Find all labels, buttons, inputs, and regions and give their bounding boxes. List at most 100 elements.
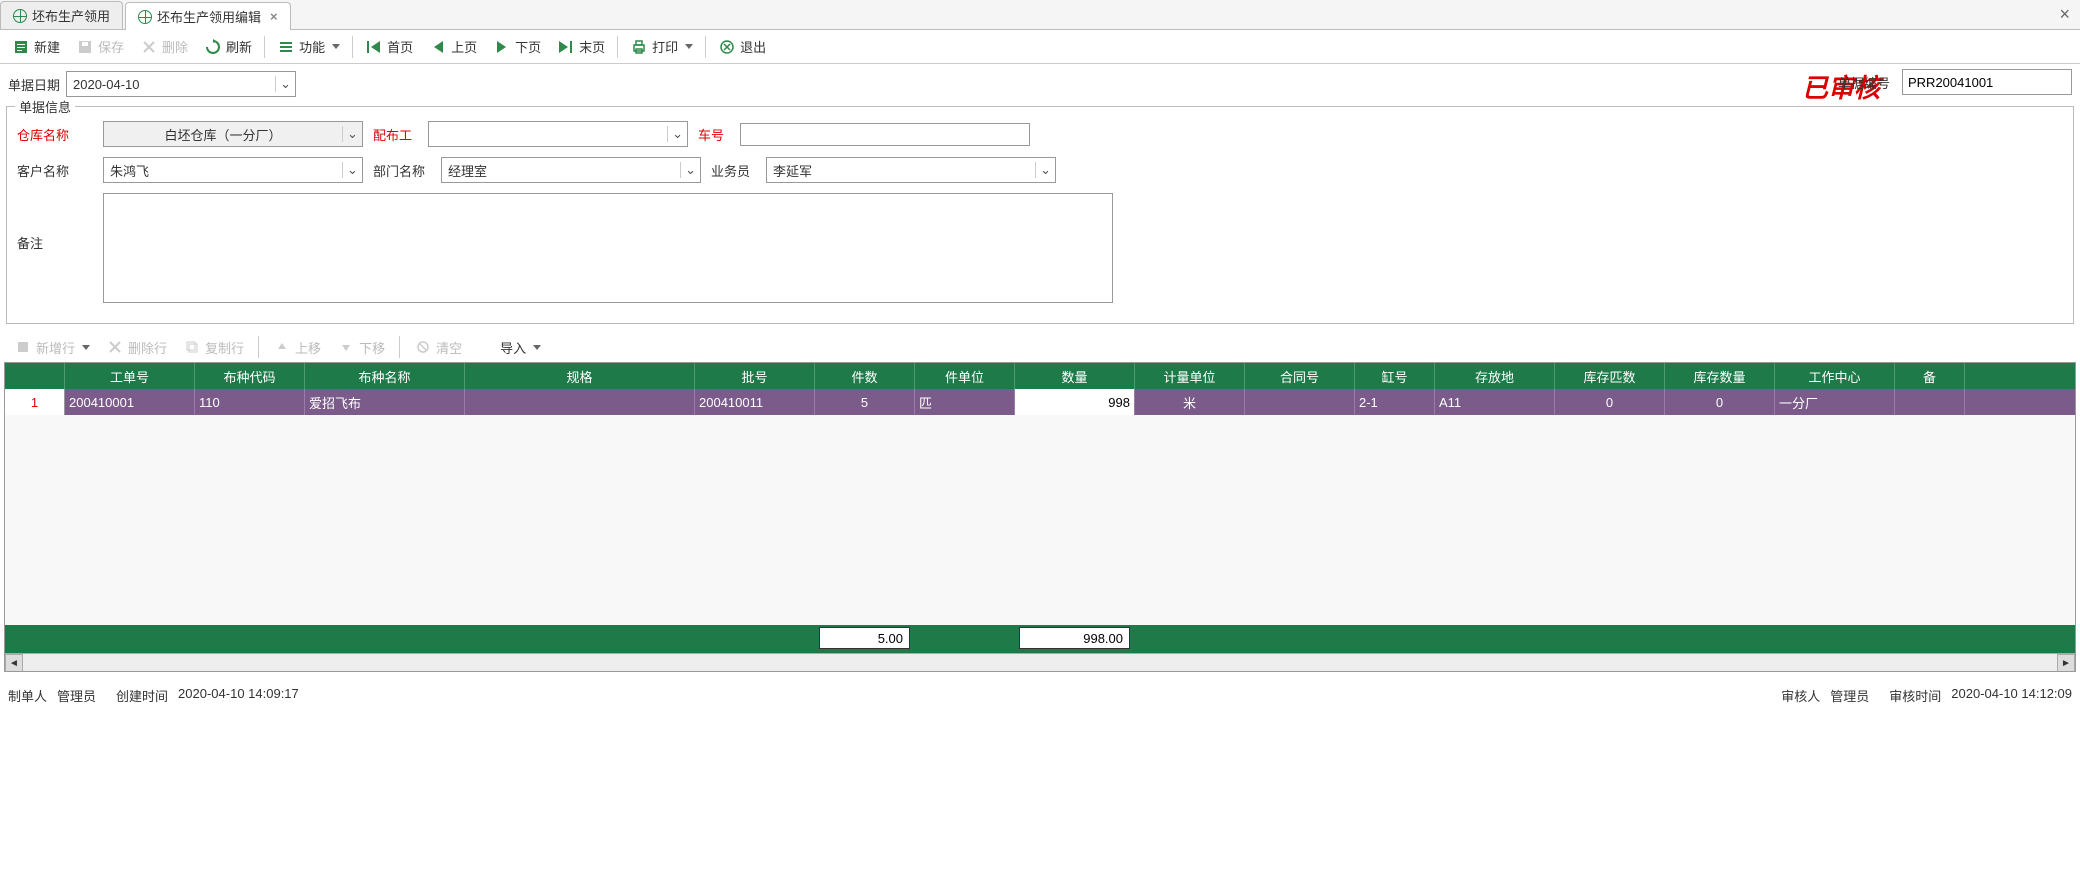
cell-pcs[interactable]: 5 bbox=[815, 389, 915, 415]
cell-workcenter[interactable]: 一分厂 bbox=[1775, 389, 1895, 415]
up-icon bbox=[273, 338, 291, 356]
cell-contract[interactable] bbox=[1245, 389, 1355, 415]
col-location[interactable]: 存放地 bbox=[1435, 363, 1555, 389]
cell-stock-qty[interactable]: 0 bbox=[1665, 389, 1775, 415]
delete-icon bbox=[140, 38, 158, 56]
chevron-down-icon[interactable]: ⌄ bbox=[342, 126, 362, 142]
date-picker[interactable]: 2020-04-10 ⌄ bbox=[66, 71, 296, 97]
delete-button[interactable]: 删除 bbox=[132, 34, 196, 59]
col-contract[interactable]: 合同号 bbox=[1245, 363, 1355, 389]
remarks-field[interactable] bbox=[103, 193, 1113, 303]
cell-workorder[interactable]: 200410001 bbox=[65, 389, 195, 415]
doc-no-field[interactable] bbox=[1902, 69, 2072, 95]
cell-location[interactable]: A11 bbox=[1435, 389, 1555, 415]
col-vat[interactable]: 缸号 bbox=[1355, 363, 1435, 389]
globe-icon bbox=[478, 338, 496, 356]
save-button[interactable]: 保存 bbox=[68, 34, 132, 59]
col-pcs-unit[interactable]: 件单位 bbox=[915, 363, 1015, 389]
status-bar: 制单人 管理员 创建时间 2020-04-10 14:09:17 审核人 管理员… bbox=[0, 680, 2080, 710]
exit-button[interactable]: 退出 bbox=[710, 34, 774, 59]
col-name[interactable]: 布种名称 bbox=[305, 363, 465, 389]
prev-page-button[interactable]: 上页 bbox=[421, 34, 485, 59]
copy-row-button[interactable]: 复制行 bbox=[177, 336, 250, 359]
new-button[interactable]: 新建 bbox=[4, 34, 68, 59]
grid-body[interactable]: 1 200410001 110 爱招飞布 200410011 5 匹 998 米… bbox=[5, 389, 2075, 625]
print-button[interactable]: 打印 bbox=[622, 34, 701, 59]
cell-spec[interactable] bbox=[465, 389, 695, 415]
col-remark[interactable]: 备 bbox=[1895, 363, 1965, 389]
copy-icon bbox=[183, 338, 201, 356]
doc-header: 单据日期 2020-04-10 ⌄ 已审核 单据编号 bbox=[0, 64, 2080, 104]
import-button[interactable]: 导入 bbox=[472, 336, 547, 359]
cell-qty[interactable]: 998 bbox=[1015, 389, 1135, 415]
chevron-down-icon[interactable]: ⌄ bbox=[275, 76, 295, 92]
add-row-button[interactable]: 新增行 bbox=[8, 336, 96, 359]
scroll-right-icon[interactable]: ► bbox=[2057, 654, 2075, 672]
col-stock-qty[interactable]: 库存数量 bbox=[1665, 363, 1775, 389]
clear-button[interactable]: 清空 bbox=[408, 336, 468, 359]
chevron-down-icon[interactable]: ⌄ bbox=[667, 126, 687, 142]
chevron-down-icon[interactable]: ⌄ bbox=[680, 162, 700, 178]
doc-info-fieldset: 单据信息 仓库名称 白坯仓库（一分厂） ⌄ 配布工 ⌄ 车号 客户名称 朱鸿飞 … bbox=[6, 106, 2074, 324]
toolbar-divider bbox=[264, 36, 265, 58]
next-page-button[interactable]: 下页 bbox=[485, 34, 549, 59]
created-label: 创建时间 bbox=[116, 686, 168, 705]
col-rownum[interactable] bbox=[5, 363, 65, 389]
maker-label: 制单人 bbox=[8, 686, 47, 705]
horizontal-scrollbar[interactable]: ◄ ► bbox=[5, 653, 2075, 671]
cell-remark[interactable] bbox=[1895, 389, 1965, 415]
col-stock-pcs[interactable]: 库存匹数 bbox=[1555, 363, 1665, 389]
globe-icon bbox=[138, 10, 152, 24]
col-pcs[interactable]: 件数 bbox=[815, 363, 915, 389]
chevron-down-icon bbox=[685, 44, 693, 49]
col-qty[interactable]: 数量 bbox=[1015, 363, 1135, 389]
func-button[interactable]: 功能 bbox=[269, 34, 348, 59]
col-batch[interactable]: 批号 bbox=[695, 363, 815, 389]
cell-stock-pcs[interactable]: 0 bbox=[1555, 389, 1665, 415]
move-up-button[interactable]: 上移 bbox=[267, 336, 327, 359]
cell-name[interactable]: 爱招飞布 bbox=[305, 389, 465, 415]
cell-vat[interactable]: 2-1 bbox=[1355, 389, 1435, 415]
chevron-down-icon[interactable]: ⌄ bbox=[1035, 162, 1055, 178]
tab-list[interactable]: 坯布生产领用 bbox=[0, 1, 123, 29]
cell-unit[interactable]: 米 bbox=[1135, 389, 1245, 415]
cell-batch[interactable]: 200410011 bbox=[695, 389, 815, 415]
move-down-button[interactable]: 下移 bbox=[331, 336, 391, 359]
dept-label: 部门名称 bbox=[373, 161, 425, 180]
warehouse-combo[interactable]: 白坯仓库（一分厂） ⌄ bbox=[103, 121, 363, 147]
table-row[interactable]: 1 200410001 110 爱招飞布 200410011 5 匹 998 米… bbox=[5, 389, 2075, 415]
down-icon bbox=[337, 338, 355, 356]
cell-code[interactable]: 110 bbox=[195, 389, 305, 415]
sales-label: 业务员 bbox=[711, 161, 750, 180]
remarks-label: 备注 bbox=[17, 193, 87, 252]
customer-combo[interactable]: 朱鸿飞 ⌄ bbox=[103, 157, 363, 183]
cell-pcs-unit[interactable]: 匹 bbox=[915, 389, 1015, 415]
last-page-button[interactable]: 末页 bbox=[549, 34, 613, 59]
sum-qty: 998.00 bbox=[1015, 625, 1135, 651]
car-label: 车号 bbox=[698, 125, 724, 144]
tab-edit[interactable]: 坯布生产领用编辑 × bbox=[125, 2, 291, 30]
grid-header: 工单号 布种代码 布种名称 规格 批号 件数 件单位 数量 计量单位 合同号 缸… bbox=[5, 363, 2075, 389]
refresh-button[interactable]: 刷新 bbox=[196, 34, 260, 59]
car-field[interactable] bbox=[740, 123, 1030, 146]
chevron-down-icon[interactable]: ⌄ bbox=[342, 162, 362, 178]
approver-value: 管理员 bbox=[1830, 686, 1869, 705]
worker-combo[interactable]: ⌄ bbox=[428, 121, 688, 147]
col-workcenter[interactable]: 工作中心 bbox=[1775, 363, 1895, 389]
col-spec[interactable]: 规格 bbox=[465, 363, 695, 389]
col-workorder[interactable]: 工单号 bbox=[65, 363, 195, 389]
first-page-button[interactable]: 首页 bbox=[357, 34, 421, 59]
col-unit[interactable]: 计量单位 bbox=[1135, 363, 1245, 389]
scroll-left-icon[interactable]: ◄ bbox=[5, 654, 23, 672]
col-code[interactable]: 布种代码 bbox=[195, 363, 305, 389]
sales-combo[interactable]: 李延军 ⌄ bbox=[766, 157, 1056, 183]
prev-icon bbox=[429, 38, 447, 56]
cell-rownum[interactable]: 1 bbox=[5, 389, 65, 415]
new-icon bbox=[12, 38, 30, 56]
close-icon[interactable]: × bbox=[270, 9, 278, 24]
dept-combo[interactable]: 经理室 ⌄ bbox=[441, 157, 701, 183]
del-row-button[interactable]: 删除行 bbox=[100, 336, 173, 359]
close-all-icon[interactable]: × bbox=[2059, 4, 2070, 25]
func-icon bbox=[277, 38, 295, 56]
sum-pcs: 5.00 bbox=[815, 625, 915, 651]
